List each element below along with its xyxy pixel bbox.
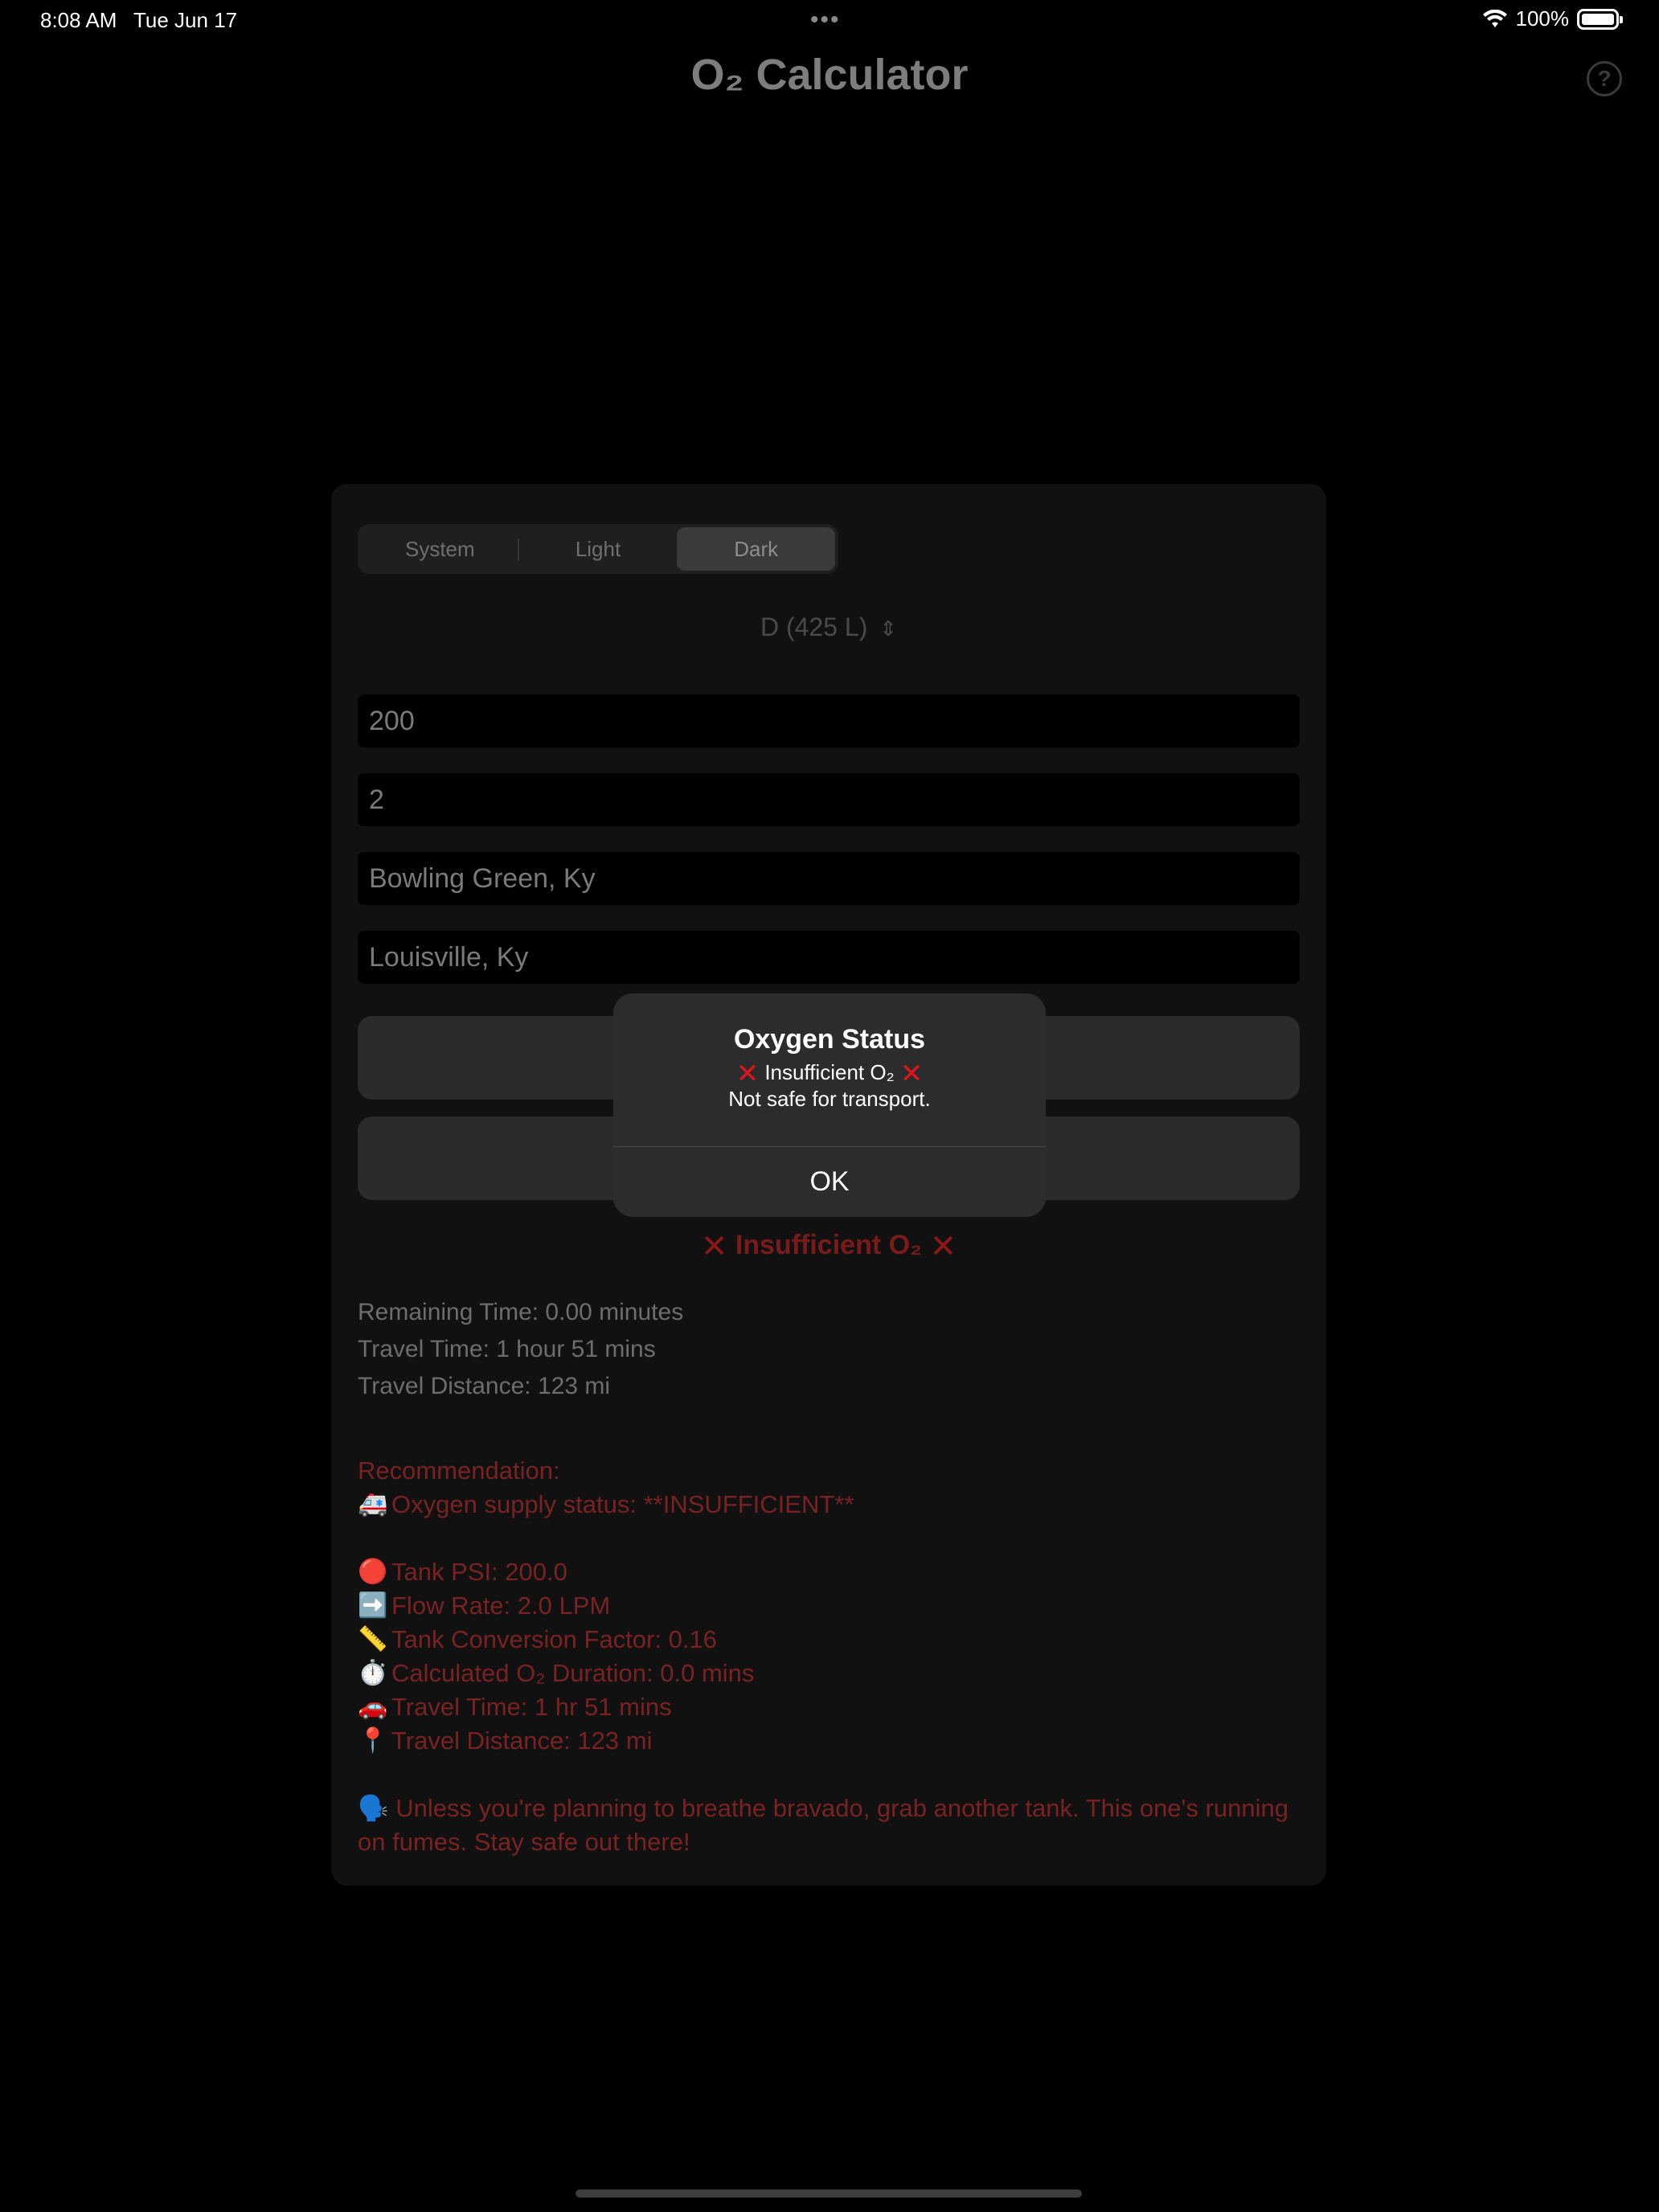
tank-size-value: D (425 L) xyxy=(760,612,868,641)
x-mark-icon: ✕ xyxy=(899,1059,924,1089)
appearance-segmented-control[interactable]: System Light Dark xyxy=(358,524,838,574)
segment-light[interactable]: Light xyxy=(519,527,678,571)
red-circle-icon: 🔴 xyxy=(358,1559,388,1585)
o2-duration-text: Calculated O₂ Duration: 0.0 mins xyxy=(391,1659,755,1687)
ruler-icon: 📏 xyxy=(358,1626,388,1653)
segment-dark[interactable]: Dark xyxy=(677,527,836,571)
supply-status-text: Oxygen supply status: **INSUFFICIENT** xyxy=(391,1490,854,1518)
question-circle-icon: ? xyxy=(1597,66,1612,91)
arrow-right-icon: ➡️ xyxy=(358,1592,388,1619)
stopwatch-icon: ⏱️ xyxy=(358,1660,388,1686)
alert-message-line2: Not safe for transport. xyxy=(728,1087,931,1111)
advice-message: Unless you're planning to breathe bravad… xyxy=(358,1794,1288,1856)
travel-distance: Travel Distance: 123 mi xyxy=(358,1373,611,1399)
recommendation-block: Recommendation: 🚑 Oxygen supply status: … xyxy=(358,1454,1300,1859)
help-button[interactable]: ? xyxy=(1587,61,1622,96)
list-item: 🚗 Travel Time: 1 hr 51 mins xyxy=(358,1690,1300,1724)
oxygen-status-label: ✕ Insufficient O₂ ✕ xyxy=(331,1228,1326,1265)
x-mark-icon: ✕ xyxy=(735,1059,760,1089)
car-icon: 🚗 xyxy=(358,1694,388,1720)
battery-icon xyxy=(1577,8,1623,30)
origin-input[interactable]: Bowling Green, Ky xyxy=(358,852,1300,905)
psi-input[interactable]: 200 xyxy=(358,694,1300,748)
reco-travel-time-text: Travel Time: 1 hr 51 mins xyxy=(391,1693,672,1721)
status-date: Tue Jun 17 xyxy=(133,8,238,32)
results-block: Remaining Time: 0.00 minutes Travel Time… xyxy=(358,1294,683,1405)
chevron-up-down-icon: ⇕ xyxy=(879,616,898,641)
flow-rate-text: Flow Rate: 2.0 LPM xyxy=(391,1591,611,1620)
list-item: 🔴 Tank PSI: 200.0 xyxy=(358,1555,1300,1589)
alert-insufficient-text: Insufficient O₂ xyxy=(764,1059,895,1084)
advice-text: 🗣️ Unless you're planning to breathe bra… xyxy=(358,1792,1300,1859)
tank-psi-text: Tank PSI: 200.0 xyxy=(391,1558,567,1586)
oxygen-status-alert: Oxygen Status ✕ Insufficient O₂ ✕ Not sa… xyxy=(613,993,1046,1217)
x-mark-icon: ✕ xyxy=(929,1229,957,1264)
status-indicators: 100% xyxy=(1482,6,1623,31)
list-item: 📍 Travel Distance: 123 mi xyxy=(358,1724,1300,1758)
list-item: ⏱️ Calculated O₂ Duration: 0.0 mins xyxy=(358,1657,1300,1690)
tank-size-picker[interactable]: D (425 L) ⇕ xyxy=(331,612,1326,642)
x-mark-icon: ✕ xyxy=(700,1229,728,1264)
supply-status-line: 🚑 Oxygen supply status: **INSUFFICIENT** xyxy=(358,1488,1300,1522)
pin-icon: 📍 xyxy=(358,1727,388,1754)
multitasking-dots-icon[interactable]: ••• xyxy=(810,6,841,34)
ok-button[interactable]: OK xyxy=(613,1147,1046,1217)
battery-percent: 100% xyxy=(1515,6,1570,31)
wifi-icon xyxy=(1482,9,1507,27)
flow-rate-input[interactable]: 2 xyxy=(358,773,1300,826)
segment-system[interactable]: System xyxy=(361,527,519,571)
speaking-head-icon: 🗣️ xyxy=(358,1794,389,1822)
alert-title: Oxygen Status xyxy=(733,1024,926,1055)
home-indicator[interactable] xyxy=(576,2189,1082,2198)
destination-input[interactable]: Louisville, Ky xyxy=(358,931,1300,984)
list-item: 📏 Tank Conversion Factor: 0.16 xyxy=(358,1623,1300,1657)
reco-travel-distance-text: Travel Distance: 123 mi xyxy=(391,1727,653,1755)
ambulance-icon: 🚑 xyxy=(358,1491,388,1518)
recommendation-heading: Recommendation: xyxy=(358,1456,560,1485)
list-item: ➡️ Flow Rate: 2.0 LPM xyxy=(358,1589,1300,1623)
status-bar: 8:08 AM Tue Jun 17 ••• 100% xyxy=(0,0,1659,39)
remaining-time: Remaining Time: 0.00 minutes xyxy=(358,1299,684,1325)
page-title: O₂ Calculator xyxy=(690,51,969,99)
alert-message-line1: ✕ Insufficient O₂ ✕ xyxy=(613,1058,1046,1090)
travel-time: Travel Time: 1 hour 51 mins xyxy=(358,1336,656,1362)
conversion-factor-text: Tank Conversion Factor: 0.16 xyxy=(391,1625,717,1653)
status-text: Insufficient O₂ xyxy=(735,1229,923,1260)
status-time: 8:08 AM xyxy=(40,8,117,32)
